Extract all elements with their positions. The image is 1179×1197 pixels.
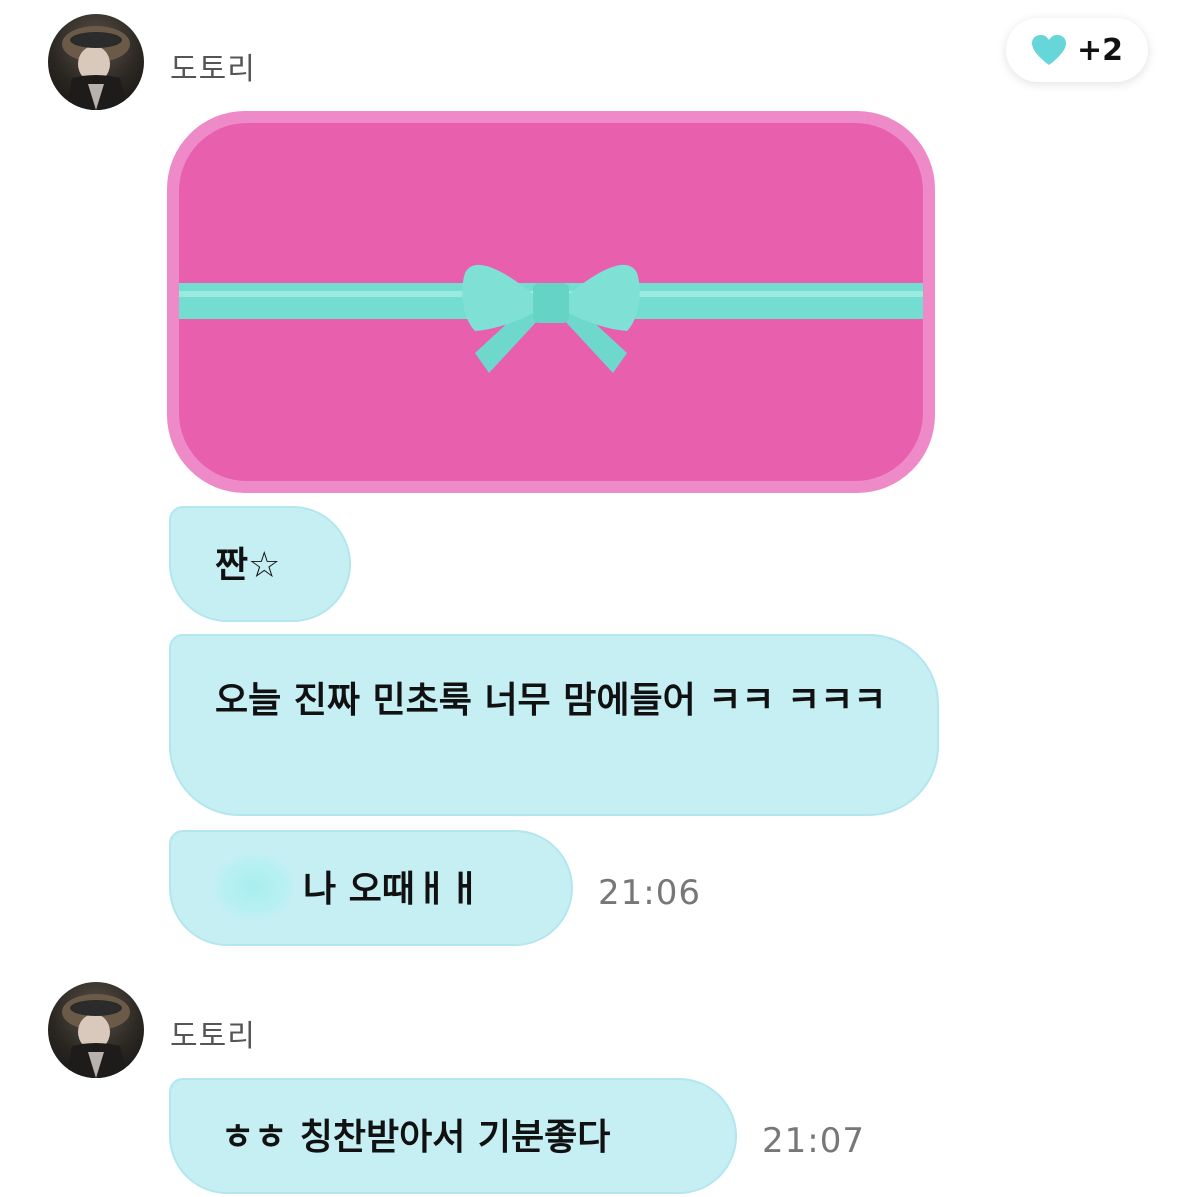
gift-message[interactable] xyxy=(167,111,935,493)
sender-avatar[interactable] xyxy=(48,14,144,110)
heart-icon xyxy=(1031,35,1066,65)
message-text: 나 오때ㅐㅐ xyxy=(303,869,482,910)
message-text: ㅎㅎ 칭찬받아서 기분좋다 xyxy=(221,1117,611,1158)
message-timestamp: 21:06 xyxy=(598,873,701,913)
chat-bubble[interactable]: 오늘 진짜 민초룩 너무 맘에들어 ㅋㅋ ㅋㅋㅋ xyxy=(169,634,939,816)
chat-bubble[interactable]: 나 오때ㅐㅐ xyxy=(169,830,573,946)
ribbon-bow-icon xyxy=(179,264,923,373)
reaction-badge[interactable]: +2 xyxy=(1006,18,1148,82)
sender-name: 도토리 xyxy=(170,52,256,87)
reaction-count: +2 xyxy=(1076,32,1123,68)
chat-bubble[interactable]: ㅎㅎ 칭찬받아서 기분좋다 xyxy=(169,1078,737,1194)
chat-bubble[interactable]: 짠☆ xyxy=(169,506,351,622)
message-text: 짠☆ xyxy=(215,545,281,586)
gift-box xyxy=(179,123,923,481)
sender-avatar[interactable] xyxy=(48,982,144,1078)
message-timestamp: 21:07 xyxy=(762,1121,865,1161)
message-text: 오늘 진짜 민초룩 너무 맘에들어 ㅋㅋ ㅋㅋㅋ xyxy=(215,680,887,721)
redaction-blur xyxy=(215,855,293,919)
sender-name: 도토리 xyxy=(170,1019,256,1054)
